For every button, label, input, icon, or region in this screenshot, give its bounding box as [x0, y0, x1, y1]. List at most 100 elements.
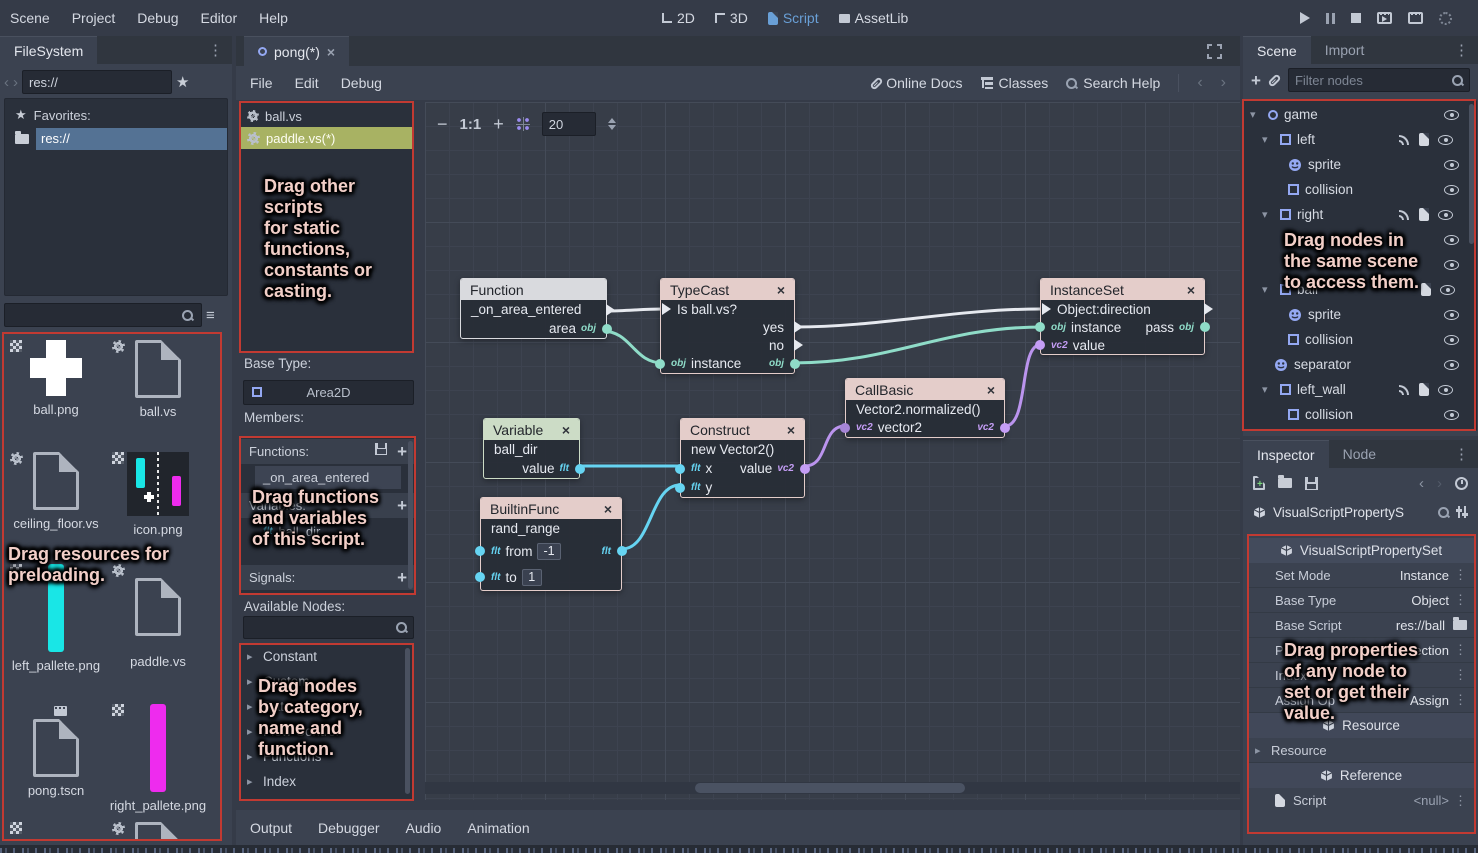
tab-pong-scene[interactable]: pong(*) ×	[244, 36, 349, 66]
members-functions-row[interactable]: Functions: +	[241, 439, 415, 464]
scene-row-collision[interactable]: collision	[1288, 402, 1353, 427]
to-value-input[interactable]: 1	[522, 569, 542, 586]
collapse-icon[interactable]: ▾	[1250, 108, 1262, 121]
collapse-icon[interactable]: ▾	[1262, 208, 1274, 221]
menu-project[interactable]: Project	[61, 0, 127, 36]
script-item-paddle-selected[interactable]: paddle.vs(*)	[241, 127, 412, 149]
file-item[interactable]: right_pallete.png	[108, 704, 208, 813]
add-function-icon[interactable]: +	[397, 443, 407, 460]
prop-value[interactable]: <null>	[1414, 793, 1449, 808]
graph-node-instanceset[interactable]: InstanceSet× Object:direction objinstanc…	[1040, 278, 1205, 355]
history-forward-icon[interactable]: ›	[1221, 74, 1226, 92]
category-row[interactable]: ▸Constant	[241, 644, 412, 669]
override-icon[interactable]	[375, 443, 387, 455]
menu-help[interactable]: Help	[248, 0, 299, 36]
float-in-port[interactable]	[475, 572, 485, 582]
script-icon[interactable]	[1419, 133, 1429, 146]
file-item[interactable]	[108, 822, 208, 839]
history-forward-icon[interactable]: ›	[1437, 475, 1442, 492]
snap-step-spinner[interactable]	[608, 114, 616, 134]
script-item-ball[interactable]: ball.vs	[241, 105, 412, 127]
object-in-port[interactable]	[655, 359, 665, 369]
visibility-icon[interactable]	[1444, 310, 1459, 320]
members-signals-row[interactable]: Signals: +	[241, 565, 415, 590]
prop-value[interactable]: res://ball	[1396, 618, 1445, 633]
object-out-port[interactable]	[1200, 322, 1210, 332]
file-item[interactable]: ball.vs	[108, 340, 208, 419]
visibility-icon[interactable]	[1444, 410, 1459, 420]
prop-menu-icon[interactable]: ⋮	[1454, 793, 1467, 809]
file-search-input[interactable]	[4, 303, 202, 327]
load-resource-icon[interactable]	[1278, 478, 1292, 488]
history-back-icon[interactable]: ‹	[1197, 74, 1202, 92]
visibility-icon[interactable]	[1438, 135, 1453, 145]
scene-row-sprite[interactable]: sprite	[1288, 152, 1341, 177]
resource-section-header[interactable]: VisualScriptPropertySet	[1247, 538, 1475, 563]
visibility-icon[interactable]	[1444, 160, 1459, 170]
sequence-in-port[interactable]	[662, 303, 671, 315]
dock-options-icon[interactable]: ⋮	[1454, 445, 1478, 463]
menu-scene[interactable]: Scene	[0, 0, 61, 36]
script-icon[interactable]	[1419, 383, 1429, 396]
script-menu-debug[interactable]: Debug	[330, 66, 393, 100]
float-in-port[interactable]	[675, 483, 685, 493]
history-icon[interactable]	[1455, 477, 1468, 490]
add-variable-icon[interactable]: +	[397, 497, 407, 514]
menu-editor[interactable]: Editor	[190, 0, 249, 36]
sequence-out-port[interactable]	[1204, 303, 1213, 315]
snap-grid-icon[interactable]	[516, 117, 530, 131]
from-value-input[interactable]: -1	[537, 543, 560, 560]
reference-section[interactable]: Reference	[1247, 763, 1475, 788]
play-scene-button[interactable]	[1377, 12, 1392, 24]
scene-row-separator[interactable]: separator	[1274, 352, 1351, 377]
sequence-in-port[interactable]	[1042, 303, 1051, 315]
graph-node-builtinfunc[interactable]: BuiltinFunc× rand_range fltfrom-1flt flt…	[480, 497, 622, 591]
graph-node-construct[interactable]: Construct× new Vector2() fltxvaluevc2 fl…	[680, 418, 805, 498]
scene-row-game[interactable]: ▾game	[1250, 102, 1318, 127]
file-item[interactable]: ball.png	[6, 340, 106, 417]
visibility-icon[interactable]	[1438, 385, 1453, 395]
filter-nodes-input[interactable]	[1288, 68, 1470, 92]
nodes-scrollbar[interactable]	[405, 648, 410, 794]
scene-row-left-wall[interactable]: ▾left_wall	[1262, 377, 1346, 402]
graph-node-callbasic[interactable]: CallBasic× Vector2.normalized() vc2vecto…	[845, 378, 1005, 438]
script-menu-edit[interactable]: Edit	[284, 66, 330, 100]
nav-back-icon[interactable]: ‹	[4, 74, 9, 91]
play-button[interactable]	[1300, 12, 1310, 24]
graph-node-typecast[interactable]: TypeCast× Is ball.vs? yes no objinstance…	[660, 278, 795, 374]
script-menu-file[interactable]: File	[236, 66, 284, 100]
members-scrollbar[interactable]	[408, 441, 413, 589]
file-item[interactable]: pong.tscn	[6, 704, 106, 798]
object-out-port[interactable]	[602, 324, 612, 334]
tab-inspector[interactable]: Inspector	[1243, 440, 1329, 468]
collapse-icon[interactable]: ▾	[1262, 283, 1274, 296]
close-icon[interactable]: ×	[562, 422, 570, 438]
close-icon[interactable]: ×	[777, 282, 785, 298]
tab-animation[interactable]: Animation	[467, 820, 529, 836]
collapse-icon[interactable]: ▾	[1262, 383, 1274, 396]
mode-3d[interactable]: 3D	[715, 10, 748, 26]
prop-menu-icon[interactable]: ⋮	[1454, 592, 1467, 608]
list-view-toggle-icon[interactable]: ≡	[206, 307, 215, 324]
pause-button[interactable]	[1326, 13, 1335, 24]
signal-icon[interactable]	[1398, 209, 1410, 221]
dock-options-icon[interactable]: ⋮	[1454, 41, 1478, 59]
prop-menu-icon[interactable]: ⋮	[1454, 692, 1467, 708]
scene-row-left[interactable]: ▾left	[1262, 127, 1315, 152]
path-input[interactable]	[22, 70, 172, 94]
filter-input-field[interactable]	[1295, 73, 1405, 88]
visibility-icon[interactable]	[1444, 360, 1459, 370]
sequence-out-port[interactable]	[606, 304, 615, 316]
signal-icon[interactable]	[1398, 384, 1410, 396]
close-icon[interactable]: ×	[1187, 282, 1195, 298]
mode-assetlib[interactable]: AssetLib	[839, 10, 909, 26]
vector2-out-port[interactable]	[1000, 423, 1010, 433]
menu-debug[interactable]: Debug	[126, 0, 189, 36]
scene-row-collision[interactable]: collision	[1288, 327, 1353, 352]
node-header[interactable]: TypeCast×	[661, 279, 794, 300]
scene-row-sprite[interactable]: sprite	[1288, 302, 1341, 327]
script-icon[interactable]	[1419, 208, 1429, 221]
online-docs-button[interactable]: Online Docs	[873, 75, 962, 91]
folder-icon[interactable]	[1453, 620, 1467, 630]
play-custom-scene-button[interactable]	[1408, 12, 1423, 24]
